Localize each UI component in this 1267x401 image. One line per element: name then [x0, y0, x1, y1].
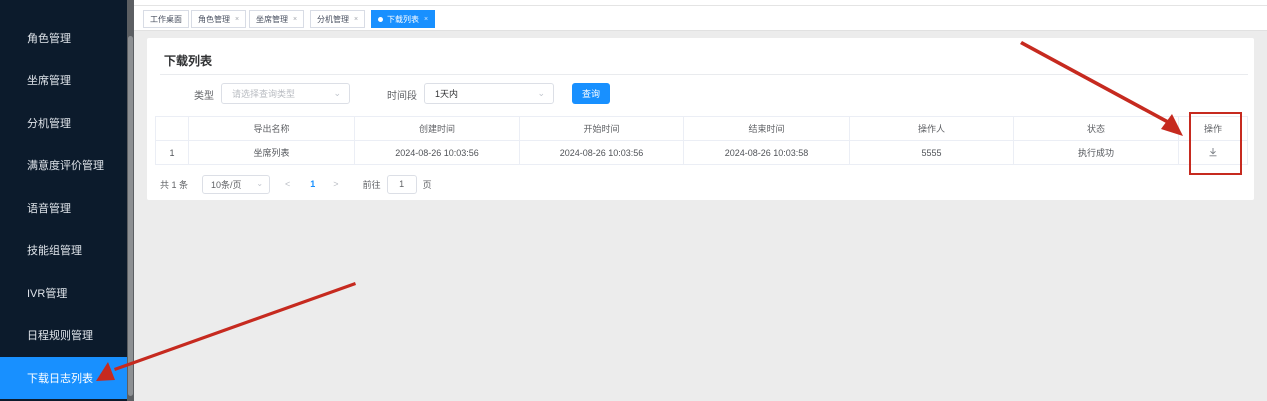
annotation-highlight-box — [1189, 112, 1242, 175]
goto-suffix: 页 — [422, 179, 432, 190]
page-size-select[interactable]: 10条/页 ⌄ — [202, 174, 271, 194]
tab-agent-management[interactable]: 坐席管理 × — [249, 10, 305, 28]
col-end-time-header: 结束时间 — [683, 116, 850, 141]
period-label: 时间段 — [387, 91, 417, 102]
page-title: 下载列表 — [164, 54, 213, 68]
tab-label: 分机管理 — [317, 14, 349, 24]
sidebar-item-agent-management[interactable]: 坐席管理 — [0, 59, 127, 101]
tab-label: 坐席管理 — [256, 14, 288, 24]
period-select[interactable]: 1天内 ⌄ — [424, 83, 554, 104]
goto-page-input[interactable]: 1 — [386, 174, 417, 194]
col-export-name-header: 导出名称 — [188, 116, 355, 141]
sidebar-item-download-log-list[interactable]: 下载日志列表 — [0, 357, 127, 399]
col-status-header: 状态 — [1013, 116, 1179, 141]
page-number-current[interactable]: 1 — [310, 179, 315, 189]
type-select[interactable]: 请选择查询类型 ⌄ — [221, 83, 350, 104]
sidebar-item-voice-management[interactable]: 语音管理 — [0, 187, 127, 229]
col-index-header — [155, 116, 189, 141]
close-icon[interactable]: × — [354, 16, 358, 23]
chevron-down-icon: ⌄ — [256, 178, 264, 188]
sidebar-item-label: 下载日志列表 — [27, 373, 93, 385]
table-row: 1 坐席列表 2024-08-26 10:03:56 2024-08-26 10… — [155, 140, 1248, 165]
chevron-down-icon: ⌄ — [537, 88, 545, 98]
pagination: 共 1 条 10条/页 ⌄ < 1 > 前往 1 页 — [160, 174, 432, 194]
tab-extension-management[interactable]: 分机管理 × — [310, 10, 366, 28]
close-icon[interactable]: × — [235, 16, 239, 23]
sidebar-item-skill-group-management[interactable]: 技能组管理 — [0, 229, 127, 271]
col-created-time-header: 创建时间 — [354, 116, 520, 141]
sidebar-item-ivr-management[interactable]: IVR管理 — [0, 272, 127, 314]
cell-export-name: 坐席列表 — [188, 140, 355, 165]
type-select-placeholder: 请选择查询类型 — [232, 89, 296, 99]
sidebar-item-schedule-rule-management[interactable]: 日程规则管理 — [0, 314, 127, 356]
sidebar-item-label: 坐席管理 — [27, 75, 71, 87]
pagination-total: 共 1 条 — [160, 179, 189, 190]
sidebar-item-label: 语音管理 — [27, 203, 71, 215]
close-icon[interactable]: × — [424, 16, 428, 23]
sidebar-item-label: 满意度评价管理 — [27, 160, 104, 172]
sidebar-item-label: 角色管理 — [27, 33, 71, 45]
next-page-button[interactable]: > — [333, 179, 338, 189]
type-label: 类型 — [194, 91, 214, 102]
sidebar-item-role-management[interactable]: 角色管理 — [0, 17, 127, 59]
cell-status: 执行成功 — [1013, 140, 1179, 165]
sidebar-item-label: 日程规则管理 — [27, 330, 93, 342]
sidebar-item-extension-management[interactable]: 分机管理 — [0, 102, 127, 144]
cell-operator: 5555 — [849, 140, 1014, 165]
col-start-time-header: 开始时间 — [519, 116, 684, 141]
sidebar-item-label: 技能组管理 — [27, 245, 82, 257]
period-select-value: 1天内 — [435, 89, 459, 99]
cell-start-time: 2024-08-26 10:03:56 — [519, 140, 684, 165]
tab-workbench[interactable]: 工作桌面 — [143, 10, 189, 28]
tab-role-management[interactable]: 角色管理 × — [191, 10, 247, 28]
cell-end-time: 2024-08-26 10:03:58 — [683, 140, 850, 165]
tab-label: 工作桌面 — [150, 14, 182, 24]
table-header-row: 导出名称 创建时间 开始时间 结束时间 操作人 状态 操作 — [155, 116, 1248, 141]
close-icon[interactable]: × — [293, 16, 297, 23]
cell-index: 1 — [155, 140, 189, 165]
download-list-card: 下载列表 类型 请选择查询类型 ⌄ 时间段 1天内 ⌄ 查询 导出名称 创建时间… — [147, 38, 1254, 200]
sidebar-item-satisfaction-management[interactable]: 满意度评价管理 — [0, 144, 127, 186]
sidebar-scrollbar[interactable] — [127, 0, 134, 401]
tab-download-list[interactable]: 下载列表 × — [371, 10, 436, 28]
main-area: 工作桌面 角色管理 × 坐席管理 × 分机管理 × 下载列表 × 下载列表 类型 请选择… — [134, 0, 1267, 401]
download-table: 导出名称 创建时间 开始时间 结束时间 操作人 状态 操作 1 坐席列表 202… — [155, 116, 1248, 165]
divider — [160, 74, 1248, 75]
sidebar-item-label: IVR管理 — [27, 288, 68, 300]
sidebar-item-label: 分机管理 — [27, 118, 71, 130]
chevron-down-icon: ⌄ — [333, 88, 341, 98]
query-button[interactable]: 查询 — [572, 83, 610, 104]
tags-view-bar: 工作桌面 角色管理 × 坐席管理 × 分机管理 × 下载列表 × — [134, 6, 1267, 31]
cell-created-time: 2024-08-26 10:03:56 — [354, 140, 520, 165]
scrollbar-thumb[interactable] — [128, 36, 133, 396]
col-operator-header: 操作人 — [849, 116, 1014, 141]
tab-label: 角色管理 — [198, 14, 230, 24]
sidebar: 角色管理 坐席管理 分机管理 满意度评价管理 语音管理 技能组管理 IVR管理 … — [0, 0, 127, 401]
active-dot-icon — [378, 16, 383, 22]
goto-label: 前往 — [362, 179, 381, 190]
tab-label: 下载列表 — [387, 14, 419, 24]
prev-page-button[interactable]: < — [285, 179, 290, 189]
page-size-value: 10条/页 — [211, 179, 242, 190]
